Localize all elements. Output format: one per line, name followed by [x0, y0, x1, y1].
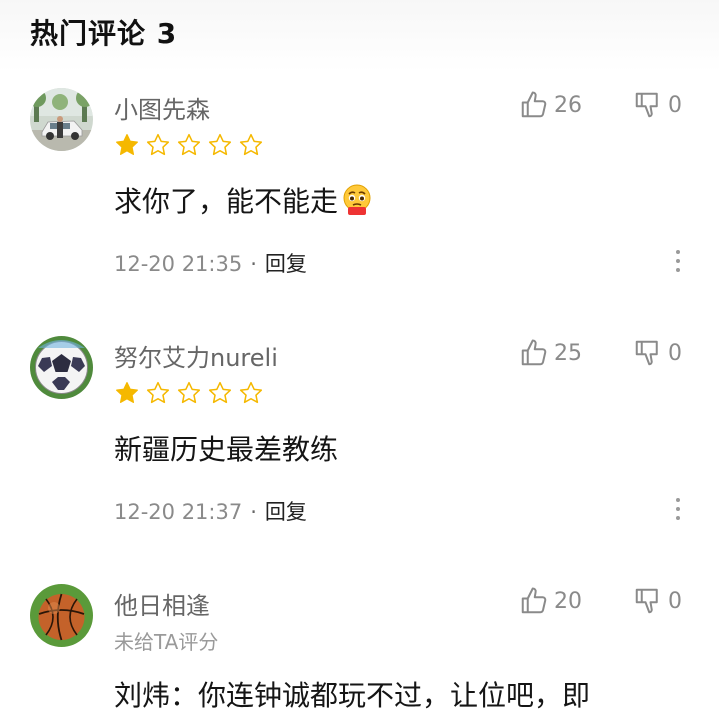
section-title: 热门评论 3: [30, 17, 178, 50]
separator-dot: ·: [250, 252, 257, 276]
comment-meta: 12-20 21:35 · 回复: [114, 248, 307, 278]
reply-button[interactable]: 回复: [265, 500, 307, 524]
like-button[interactable]: 25: [519, 336, 582, 370]
star-outline-icon: [177, 381, 201, 404]
timestamp: 12-20 21:37: [114, 500, 243, 524]
star-outline-icon: [208, 133, 232, 156]
rating-stars: [114, 380, 264, 406]
like-button[interactable]: 20: [519, 584, 582, 618]
dislike-count: 0: [668, 340, 682, 366]
username[interactable]: 努尔艾力nureli: [114, 338, 278, 373]
thumb-up-icon: [521, 339, 547, 366]
star-outline-icon: [146, 381, 170, 404]
like-count: 26: [554, 92, 582, 118]
star-outline-icon: [146, 133, 170, 156]
like-count: 25: [554, 340, 582, 366]
timestamp: 12-20 21:35: [114, 252, 243, 276]
like-button[interactable]: 26: [519, 88, 582, 122]
reply-button[interactable]: 回复: [265, 252, 307, 276]
star-filled-icon: [116, 382, 138, 403]
more-vertical-icon: [676, 498, 680, 502]
dislike-button[interactable]: 0: [633, 336, 682, 370]
thumb-down-icon: [635, 92, 658, 118]
avatar[interactable]: [30, 336, 93, 399]
star-filled-icon: [116, 134, 138, 155]
comment-text: 新疆历史最差教练: [114, 433, 339, 466]
comment-text-content: 求你了，能不能走: [114, 185, 339, 218]
comment-meta: 12-20 21:37 · 回复: [114, 496, 307, 526]
comment-text: 刘炜：你连钟诚都玩不过，让位吧，即: [114, 679, 591, 712]
comment-text: 求你了，能不能走: [114, 180, 374, 220]
rating-status: 未给TA评分: [114, 630, 219, 654]
thumb-down-icon: [635, 588, 658, 614]
separator-dot: ·: [250, 500, 257, 524]
more-vertical-icon: [676, 250, 680, 254]
dislike-button[interactable]: 0: [633, 88, 682, 122]
username[interactable]: 小图先森: [114, 90, 210, 125]
section-header: 热门评论 3: [0, 0, 719, 72]
rating-stars: [114, 132, 264, 158]
star-outline-icon: [239, 133, 263, 156]
thumb-up-icon: [521, 587, 547, 614]
avatar[interactable]: [30, 584, 93, 647]
username[interactable]: 他日相逢: [114, 586, 210, 621]
dislike-button[interactable]: 0: [633, 584, 682, 618]
like-count: 20: [554, 588, 582, 614]
star-outline-icon: [177, 133, 201, 156]
thumb-down-icon: [635, 340, 658, 366]
star-outline-icon: [208, 381, 232, 404]
more-options-button[interactable]: [668, 246, 688, 276]
dislike-count: 0: [668, 588, 682, 614]
pleading-face-emoji: [343, 184, 371, 215]
thumb-up-icon: [521, 91, 547, 118]
avatar[interactable]: [30, 88, 93, 151]
dislike-count: 0: [668, 92, 682, 118]
more-options-button[interactable]: [668, 494, 688, 524]
star-outline-icon: [239, 381, 263, 404]
